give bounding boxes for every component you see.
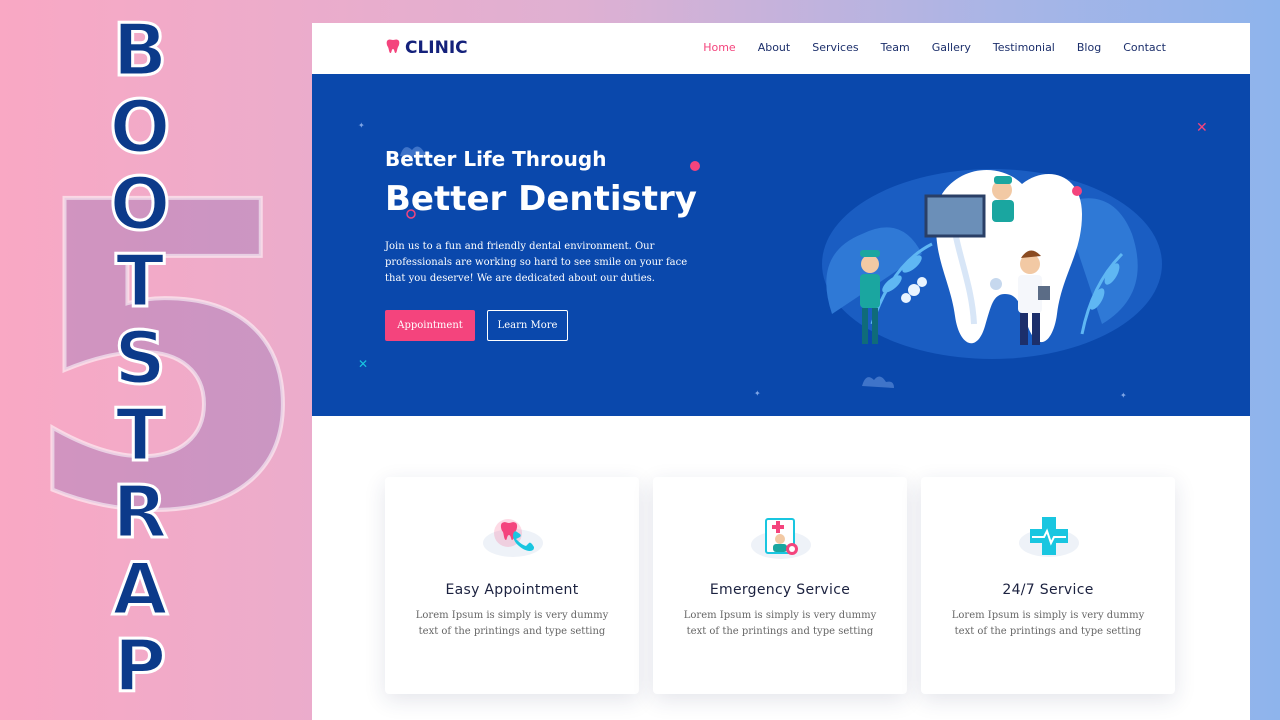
svg-text:✦: ✦	[1120, 391, 1127, 400]
feature-card[interactable]: Emergency Service Lorem Ipsum is simply …	[653, 477, 907, 694]
feature-card[interactable]: 24/7 Service Lorem Ipsum is simply is ve…	[921, 477, 1175, 694]
hero-section: ✕ ✕ ✦ ✦ ✦ Better Life Through Better Den…	[312, 74, 1250, 416]
letter: S	[113, 316, 168, 400]
tooth-phone-icon	[482, 513, 544, 561]
feature-text: Lorem Ipsum is simply is very dummy text…	[415, 610, 609, 637]
svg-text:✕: ✕	[1196, 120, 1208, 136]
feature-title: Emergency Service	[709, 582, 851, 598]
learn-more-button[interactable]: Learn More	[487, 310, 568, 341]
nav-link-blog[interactable]: Blog	[1077, 41, 1101, 54]
navbar: CLINIC Home About Services Team Gallery …	[312, 23, 1250, 74]
feature-title: Easy Appointment	[445, 582, 579, 598]
svg-text:✦: ✦	[754, 389, 761, 398]
nav-link-testimonial[interactable]: Testimonial	[993, 41, 1055, 54]
appointment-button[interactable]: Appointment	[385, 310, 475, 341]
feature-cards: Easy Appointment Lorem Ipsum is simply i…	[385, 477, 1189, 694]
letter: O	[108, 162, 172, 246]
nav-menu: Home About Services Team Gallery Testimo…	[681, 41, 1166, 54]
letter: T	[114, 239, 166, 323]
nav-link-team[interactable]: Team	[881, 41, 910, 54]
letter: A	[111, 547, 170, 631]
emergency-doctor-icon	[750, 513, 812, 561]
letter: R	[111, 470, 169, 554]
clinic-logo[interactable]: CLINIC	[385, 38, 468, 58]
feature-title: 24/7 Service	[1002, 582, 1094, 598]
tooth-icon	[385, 38, 401, 58]
feature-text: Lorem Ipsum is simply is very dummy text…	[951, 610, 1145, 637]
hero-description: Join us to a fun and friendly dental env…	[385, 241, 688, 284]
medical-cross-icon	[1018, 513, 1080, 561]
website-preview: CLINIC Home About Services Team Gallery …	[312, 23, 1250, 720]
svg-text:✦: ✦	[358, 121, 365, 130]
hero-title: Better Dentistry	[385, 179, 697, 219]
feature-card[interactable]: Easy Appointment Lorem Ipsum is simply i…	[385, 477, 639, 694]
hero-subtitle: Better Life Through	[385, 147, 607, 171]
dentist-team-illustration	[822, 169, 1162, 359]
logo-text: CLINIC	[405, 38, 468, 58]
letter: T	[114, 393, 166, 477]
svg-text:✕: ✕	[358, 357, 368, 371]
vertical-bootstrap-word: B O O T S T R A P	[100, 8, 180, 708]
nav-link-contact[interactable]: Contact	[1123, 41, 1166, 54]
feature-text: Lorem Ipsum is simply is very dummy text…	[683, 610, 877, 637]
nav-link-gallery[interactable]: Gallery	[932, 41, 971, 54]
letter: P	[112, 624, 168, 708]
nav-link-home[interactable]: Home	[703, 41, 735, 54]
nav-link-about[interactable]: About	[758, 41, 791, 54]
letter: O	[108, 85, 172, 169]
letter: B	[111, 8, 169, 92]
nav-link-services[interactable]: Services	[812, 41, 858, 54]
